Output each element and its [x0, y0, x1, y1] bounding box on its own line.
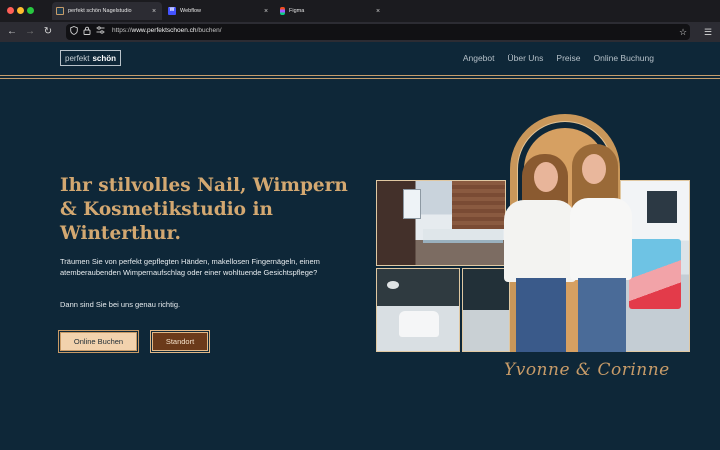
owner-right-body — [570, 198, 632, 280]
webflow-favicon-icon: W — [168, 7, 176, 15]
studio-detail-photo — [462, 268, 510, 352]
hamburger-menu-icon[interactable]: ☰ — [701, 25, 715, 39]
close-window-button[interactable] — [7, 7, 14, 14]
site-header: perfekt schön Angebot Über Uns Preise On… — [0, 42, 720, 79]
nav-link-preise[interactable]: Preise — [556, 53, 580, 63]
url-host: www.perfektschoen.ch — [131, 27, 197, 34]
bookmark-star-icon[interactable]: ☆ — [676, 25, 690, 39]
close-tab-icon[interactable]: × — [374, 8, 382, 15]
permissions-sliders-icon[interactable] — [95, 26, 105, 38]
hero-lead-text: Träumen Sie von perfekt gepflegten Hände… — [60, 257, 320, 277]
tab-title: perfekt schön Nagelstudio — [68, 8, 132, 14]
owner-left-body — [504, 200, 576, 282]
url-text[interactable]: https://www.perfektschoen.ch/buchen/ — [112, 27, 222, 34]
minimize-window-button[interactable] — [17, 7, 24, 14]
standort-button[interactable]: Standort — [150, 330, 210, 353]
perfekt-favicon-icon — [56, 7, 64, 15]
hero-lead-text-2: Dann sind Sie bei uns genau richtig. — [60, 300, 181, 309]
owners-signature: Yvonne & Corinne — [504, 360, 670, 380]
treatment-room-photo — [376, 268, 460, 352]
site-logo[interactable]: perfekt schön — [60, 50, 122, 66]
shield-icon[interactable] — [69, 26, 79, 38]
browser-toolbar: ← → ↻ https://www.perfektschoen.ch/buche… — [0, 22, 720, 42]
logo-text-bold: schön — [92, 53, 117, 63]
hero-headline: Ihr stilvolles Nail, Wimpern & Kosmetiks… — [60, 175, 348, 244]
header-divider — [0, 78, 720, 79]
browser-tab-perfekt[interactable]: perfekt schön Nagelstudio × — [52, 2, 162, 20]
logo-text-light: perfekt — [65, 53, 90, 63]
owner-left-face — [534, 162, 558, 192]
main-navigation: Angebot Über Uns Preise Online Buchung — [463, 53, 654, 63]
website-page: perfekt schön Angebot Über Uns Preise On… — [0, 42, 720, 450]
close-tab-icon[interactable]: × — [150, 8, 158, 15]
owner-right-face — [582, 154, 606, 184]
salon-photo — [376, 180, 506, 266]
address-bar[interactable]: https://www.perfektschoen.ch/buchen/ — [66, 24, 690, 40]
owner-right-legs — [578, 278, 626, 352]
online-buchen-button[interactable]: Online Buchen — [58, 330, 139, 353]
browser-tab-webflow[interactable]: W Webflow × — [164, 2, 274, 20]
hero-photo-collage — [376, 114, 690, 352]
browser-tab-figma[interactable]: Figma × — [276, 2, 386, 20]
close-tab-icon[interactable]: × — [262, 8, 270, 15]
forward-arrow-icon[interactable]: → — [23, 25, 37, 39]
lock-icon[interactable] — [82, 26, 92, 38]
tab-title: Figma — [289, 8, 305, 14]
back-arrow-icon[interactable]: ← — [5, 25, 19, 39]
nav-link-angebot[interactable]: Angebot — [463, 53, 495, 63]
nav-link-online-buchung[interactable]: Online Buchung — [594, 53, 655, 63]
url-path: /buchen/ — [196, 27, 222, 34]
tab-title: Webflow — [180, 8, 201, 14]
nav-link-ueber-uns[interactable]: Über Uns — [508, 53, 544, 63]
figma-favicon-icon — [280, 7, 285, 15]
maximize-window-button[interactable] — [27, 7, 34, 14]
owner-left-legs — [516, 278, 566, 352]
url-scheme: https:// — [112, 27, 132, 34]
browser-tab-bar: perfekt schön Nagelstudio × W Webflow × … — [0, 0, 720, 22]
header-divider — [0, 75, 720, 76]
reload-icon[interactable]: ↻ — [41, 25, 55, 39]
